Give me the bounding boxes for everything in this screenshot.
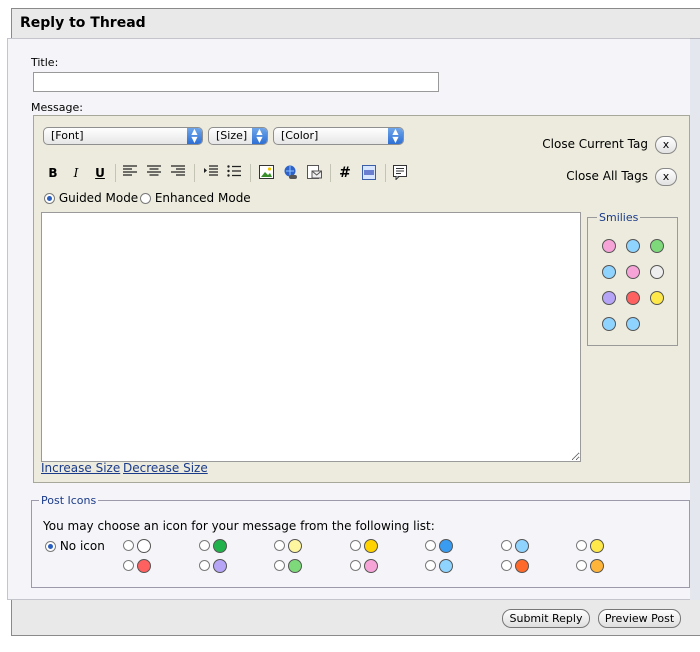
post-icon-radio[interactable] (349, 540, 361, 551)
font-select-value: [Font] (51, 129, 84, 142)
message-label: Message: (31, 101, 83, 114)
post-icon-radio[interactable] (274, 540, 285, 551)
post-document-icon (137, 539, 151, 553)
php-code-icon[interactable] (361, 165, 377, 181)
post-laugh-icon (363, 559, 378, 573)
quote-icon[interactable] (392, 165, 408, 181)
post-frown-icon (212, 559, 227, 573)
post-angry-icon (137, 559, 151, 573)
bulleted-list-icon[interactable] (226, 165, 242, 181)
message-textarea[interactable] (41, 212, 581, 462)
smile-smiley-icon[interactable] (626, 239, 640, 253)
code-hash-button[interactable]: # (337, 165, 353, 181)
post-icon-radio[interactable] (425, 560, 436, 571)
chevron-updown-icon: ▲ ▼ (388, 128, 403, 144)
title-input[interactable] (33, 72, 439, 92)
post-arrow-icon (212, 539, 227, 553)
guided-mode-option[interactable]: Guided Mode (44, 191, 138, 205)
preview-post-button[interactable]: Preview Post (598, 609, 681, 628)
toolbar-separator (330, 164, 331, 182)
footer-bar (11, 600, 700, 636)
align-right-icon[interactable] (170, 165, 186, 181)
guided-mode-label: Guided Mode (58, 191, 139, 205)
post-wink-icon (439, 559, 453, 573)
align-left-icon[interactable] (122, 165, 138, 181)
close-all-tags-button[interactable]: x (655, 168, 677, 186)
post-lightbulb-icon (288, 539, 302, 553)
insert-image-icon[interactable] (258, 165, 274, 181)
post-icon-radio[interactable] (274, 560, 285, 571)
no-icon-option[interactable]: No icon (45, 539, 105, 553)
post-icon-radio[interactable] (576, 560, 587, 571)
post-icon-radio[interactable] (576, 540, 587, 551)
guided-mode-radio[interactable] (44, 193, 55, 204)
post-icon-radio[interactable] (123, 540, 134, 551)
no-icon-radio[interactable] (45, 541, 56, 552)
tongue-smiley-icon[interactable] (602, 239, 616, 253)
post-icons-description: You may choose an icon for your message … (43, 519, 435, 533)
increase-size-link[interactable]: Increase Size (41, 461, 120, 475)
chevron-updown-icon: ▲ ▼ (252, 128, 267, 144)
post-icons-legend: Post Icons (39, 494, 99, 507)
post-icon-radio[interactable] (500, 560, 512, 571)
smilies-title: Smilies (597, 211, 641, 224)
size-select-value: [Size] (216, 129, 248, 142)
panel-title: Reply to Thread (12, 9, 700, 39)
chevron-updown-icon: ▲ ▼ (187, 128, 202, 144)
rolleyes-smiley-icon[interactable] (602, 317, 616, 331)
confused-smiley-icon[interactable] (602, 265, 616, 279)
indent-icon[interactable] (203, 165, 219, 181)
decrease-size-link[interactable]: Decrease Size (123, 461, 208, 475)
toolbar-separator (115, 164, 116, 182)
toolbar-separator (194, 164, 195, 182)
no-icon-label: No icon (59, 539, 105, 553)
post-icon-radio[interactable] (198, 540, 210, 551)
post-icon-radio[interactable] (123, 560, 134, 571)
post-icon-radio[interactable] (349, 560, 361, 571)
laugh-smiley-icon[interactable] (626, 265, 640, 279)
cool-smiley-icon[interactable] (626, 317, 640, 331)
post-icon-radio[interactable] (425, 540, 436, 551)
align-center-icon[interactable] (146, 165, 162, 181)
mad-smiley-icon[interactable] (626, 291, 640, 305)
close-all-tags-label: Close All Tags (566, 169, 648, 183)
submit-reply-button[interactable]: Submit Reply (502, 609, 590, 628)
enhanced-mode-label: Enhanced Mode (154, 191, 251, 205)
post-exclamation-icon (363, 539, 378, 553)
post-icon-radio[interactable] (198, 560, 210, 571)
close-current-tag-button[interactable]: x (655, 136, 677, 154)
post-icon-radio[interactable] (500, 540, 512, 551)
enhanced-mode-option[interactable]: Enhanced Mode (140, 191, 251, 205)
font-select[interactable]: [Font] ▲ ▼ (43, 127, 203, 145)
eek-smiley-icon[interactable] (650, 265, 664, 279)
post-thumbs-down-icon (514, 559, 529, 573)
insert-email-icon[interactable] (306, 165, 322, 181)
underline-button[interactable]: U (92, 165, 108, 181)
italic-button[interactable]: I (68, 165, 84, 181)
title-label: Title: (31, 56, 59, 69)
post-thumbs-up-icon (590, 559, 604, 573)
enhanced-mode-radio[interactable] (140, 193, 151, 204)
size-select[interactable]: [Size] ▲ ▼ (208, 127, 268, 145)
bold-button[interactable]: B (45, 165, 61, 181)
color-select-value: [Color] (281, 129, 319, 142)
post-smile-icon (590, 539, 604, 553)
insert-link-icon[interactable] (282, 165, 298, 181)
grin-smiley-icon[interactable] (650, 239, 664, 253)
frown-smiley-icon[interactable] (602, 291, 616, 305)
happy-smiley-icon[interactable] (650, 291, 664, 305)
post-grin-icon (288, 559, 302, 573)
toolbar-separator (385, 164, 386, 182)
post-cool-icon (514, 539, 529, 553)
toolbar-separator (250, 164, 251, 182)
close-current-tag-label: Close Current Tag (542, 137, 648, 151)
post-question-icon (439, 539, 453, 553)
color-select[interactable]: [Color] ▲ ▼ (273, 127, 404, 145)
